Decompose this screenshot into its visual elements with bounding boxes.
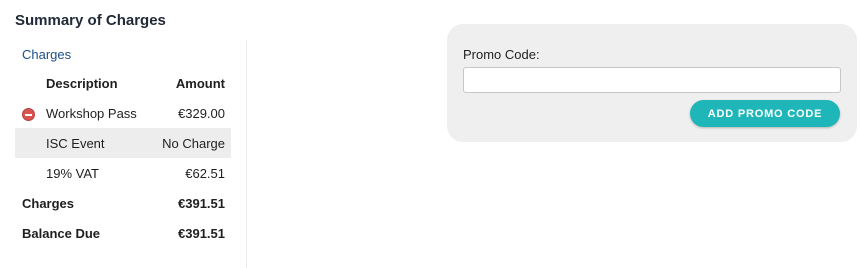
minus-circle-icon[interactable] bbox=[22, 107, 35, 121]
total-row-charges: Charges €391.51 bbox=[15, 188, 231, 218]
add-promo-code-button[interactable]: ADD PROMO CODE bbox=[690, 100, 840, 127]
promo-code-panel: Promo Code: ADD PROMO CODE bbox=[447, 24, 857, 142]
header-amount: Amount bbox=[175, 75, 225, 91]
item-amount: €62.51 bbox=[185, 165, 225, 181]
item-amount: No Charge bbox=[151, 128, 231, 158]
item-description: ISC Event bbox=[46, 128, 152, 158]
total-row-balance-due: Balance Due €391.51 bbox=[15, 218, 231, 248]
row-action-cell bbox=[15, 98, 46, 128]
table-header-row: Description Amount bbox=[15, 68, 231, 98]
total-amount: €391.51 bbox=[178, 225, 225, 241]
row-action-cell bbox=[15, 158, 46, 188]
promo-code-label: Promo Code: bbox=[463, 47, 540, 62]
total-amount: €391.51 bbox=[178, 195, 225, 211]
total-label: Charges bbox=[22, 195, 75, 211]
item-description: 19% VAT bbox=[46, 165, 99, 181]
table-row: ISC Event No Charge bbox=[15, 128, 231, 158]
promo-code-input[interactable] bbox=[463, 67, 841, 93]
row-action-cell bbox=[15, 128, 46, 158]
header-icon-cell bbox=[15, 68, 46, 98]
table-row: Workshop Pass €329.00 bbox=[15, 98, 231, 128]
column-divider bbox=[246, 40, 247, 268]
summary-of-charges: Summary of Charges Charges Description A… bbox=[15, 12, 247, 268]
charges-table: Description Amount Workshop Pass €329.00… bbox=[15, 68, 231, 248]
charges-link[interactable]: Charges bbox=[22, 47, 71, 62]
item-description: Workshop Pass bbox=[46, 105, 137, 121]
table-row: 19% VAT €62.51 bbox=[15, 158, 231, 188]
total-label: Balance Due bbox=[22, 225, 101, 241]
item-amount: €329.00 bbox=[178, 105, 225, 121]
summary-title: Summary of Charges bbox=[15, 12, 166, 29]
header-description: Description bbox=[46, 75, 118, 91]
